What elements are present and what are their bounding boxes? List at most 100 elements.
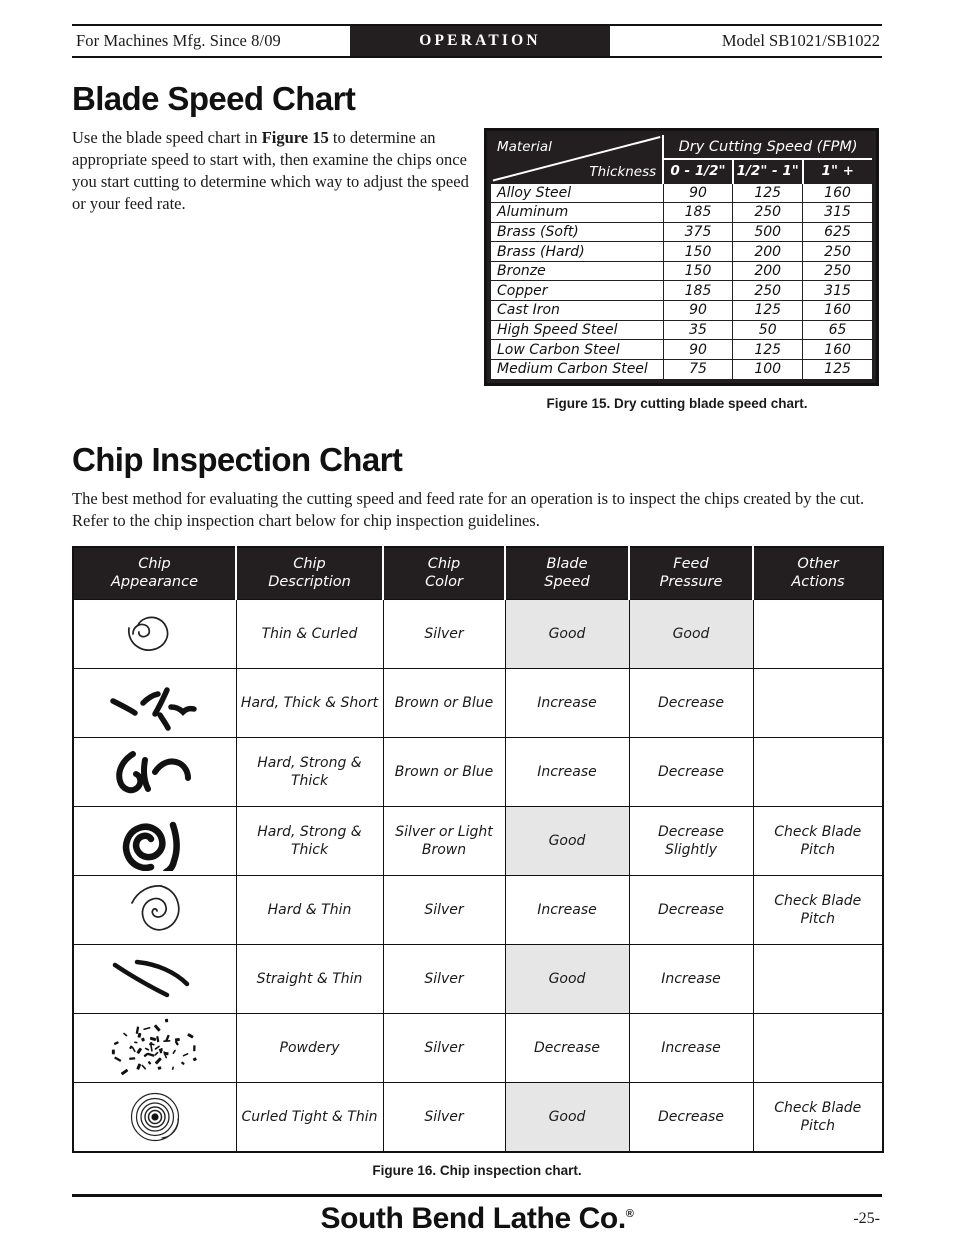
material-name-cell: Brass (Hard) (491, 241, 664, 262)
chip-description-cell: Hard, Thick & Short (235, 667, 384, 738)
blade-speed-paragraph: Use the blade speed chart in Figure 15 t… (72, 127, 472, 215)
chip-appearance-cell (72, 943, 237, 1014)
other-actions-cell: Check Blade Pitch (752, 874, 884, 945)
table-row: Hard, Strong & Thick Silver or Light Brow… (72, 805, 884, 876)
tight-concentric-spiral-icon (130, 1092, 179, 1142)
speed-value-cell: 150 (663, 260, 734, 281)
speed-value-cell: 500 (732, 221, 804, 242)
material-name-cell: High Speed Steel (491, 319, 664, 340)
chip-color-cell: Silver (382, 943, 506, 1014)
other-actions-cell (752, 598, 884, 669)
blade-speed-table-body: Alloy Steel 90 125 160 Aluminum 185 250 315 Bras… (491, 182, 872, 379)
table-row: Powdery Silver Decrease Increase (72, 1012, 884, 1083)
dry-cutting-speed-header: Dry Cutting Speed (FPM) (663, 135, 872, 160)
blade-speed-cell: Decrease (504, 1012, 630, 1083)
col-header-blade-speed: Blade Speed (505, 546, 630, 600)
running-header: For Machines Mfg. Since 8/09 OPERATION M… (72, 24, 882, 58)
chip-color-cell: Silver (382, 874, 506, 945)
other-actions-cell (752, 1012, 884, 1083)
chip-appearance-cell (72, 736, 237, 807)
feed-pressure-cell: Decrease (628, 1081, 754, 1153)
company-brand: South Bend Lathe Co.® (320, 1202, 634, 1235)
feed-pressure-cell: Decrease Slightly (628, 805, 754, 876)
chip-appearance-cell (72, 874, 237, 945)
blade-speed-table-frame: Material Thickness Dry Cutting Speed (FP… (484, 128, 879, 386)
blade-speed-cell: Good (504, 598, 630, 669)
thick-curved-strokes-icon (116, 750, 191, 794)
col-header-chip-description: Chip Description (236, 546, 384, 600)
chip-color-cell: Silver (382, 1081, 506, 1153)
blade-speed-table: Material Thickness Dry Cutting Speed (FP… (491, 135, 872, 379)
speed-value-cell: 160 (802, 300, 872, 321)
page-footer: South Bend Lathe Co.® -25- (72, 1194, 882, 1235)
speed-value-cell: 160 (802, 339, 872, 360)
speed-value-cell: 200 (732, 241, 804, 262)
header-left-text: For Machines Mfg. Since 8/09 (76, 31, 281, 50)
speed-value-cell: 125 (732, 300, 804, 321)
col-header-feed-pressure: Feed Pressure (629, 546, 754, 600)
speed-value-cell: 90 (663, 339, 734, 360)
table-row: Bronze 150 200 250 (491, 260, 872, 281)
chip-description-cell: Thin & Curled (235, 598, 384, 669)
broken-short-strokes-icon (110, 687, 197, 731)
chip-inspection-paragraph: The best method for evaluating the cutti… (72, 488, 865, 530)
powder-specks-icon (111, 1018, 197, 1075)
table-row: Copper 185 250 315 (491, 280, 872, 301)
page-number: -25- (853, 1210, 880, 1227)
speed-value-cell: 315 (802, 202, 872, 223)
speed-value-cell: 125 (802, 358, 872, 379)
speed-value-cell: 125 (732, 339, 804, 360)
chip-color-cell: Brown or Blue (382, 736, 506, 807)
chip-color-cell: Silver or Light Brown (382, 805, 506, 876)
material-name-cell: Bronze (491, 260, 664, 281)
speed-value-cell: 160 (802, 182, 872, 203)
other-actions-cell: Check Blade Pitch (752, 1081, 884, 1153)
chip-description-cell: Powdery (235, 1012, 384, 1083)
chip-appearance-cell (72, 598, 237, 669)
material-name-cell: Low Carbon Steel (491, 339, 664, 360)
chip-description-cell: Curled Tight & Thin (235, 1081, 384, 1153)
thickness-col-header-3: 1" + (802, 159, 872, 183)
thickness-col-header-2: 1/2" - 1" (732, 159, 804, 183)
speed-value-cell: 250 (802, 260, 872, 281)
table-row: Aluminum 185 250 315 (491, 202, 872, 223)
feed-pressure-cell: Increase (628, 1012, 754, 1083)
registered-mark: ® (625, 1208, 634, 1220)
table-row: Curled Tight & Thin Silver Good Decrease Che… (72, 1081, 884, 1153)
material-name-cell: Brass (Soft) (491, 221, 664, 242)
blade-speed-cell: Increase (504, 736, 630, 807)
speed-value-cell: 250 (732, 280, 804, 301)
chip-inspection-table: Chip Appearance Chip Description Chip Color… (72, 545, 884, 1153)
blade-speed-cell: Good (504, 943, 630, 1014)
speed-value-cell: 100 (732, 358, 804, 379)
corner-thickness-label: Thickness (589, 163, 657, 180)
table-row: Hard, Strong & Thick Brown or Blue Increas… (72, 736, 884, 807)
blade-speed-chart-heading: Blade Speed Chart (72, 80, 356, 117)
other-actions-cell (752, 943, 884, 1014)
chip-appearance-cell (72, 1081, 237, 1153)
table-row: High Speed Steel 35 50 65 (491, 319, 872, 340)
material-name-cell: Copper (491, 280, 664, 301)
other-actions-cell (752, 736, 884, 807)
thin-coil-spiral-icon (130, 885, 180, 931)
feed-pressure-cell: Decrease (628, 874, 754, 945)
material-name-cell: Medium Carbon Steel (491, 358, 664, 379)
col-header-chip-color: Chip Color (383, 546, 506, 600)
chip-inspection-table-body: Thin & Curled Silver Good Good Hard, Thick &… (72, 598, 884, 1153)
speed-value-cell: 185 (663, 280, 734, 301)
table-row: Brass (Soft) 375 500 625 (491, 221, 872, 242)
straight-thin-strokes-icon (112, 959, 189, 998)
blade-speed-section: Use the blade speed chart in Figure 15 t… (72, 118, 882, 411)
figure-15-reference: Figure 15 (261, 128, 329, 147)
blade-speed-cell: Good (504, 1081, 630, 1153)
col-header-other-actions: Other Actions (753, 546, 883, 600)
speed-value-cell: 75 (663, 358, 734, 379)
header-model-text: Model SB1021/SB1022 (721, 31, 880, 50)
blade-speed-cell: Good (504, 805, 630, 876)
header-section-banner: OPERATION (350, 26, 610, 56)
speed-value-cell: 90 (663, 182, 734, 203)
speed-value-cell: 185 (663, 202, 734, 223)
figure-15-caption: Figure 15. Dry cutting blade speed chart… (546, 395, 808, 411)
other-actions-cell: Check Blade Pitch (752, 805, 884, 876)
feed-pressure-cell: Decrease (628, 736, 754, 807)
